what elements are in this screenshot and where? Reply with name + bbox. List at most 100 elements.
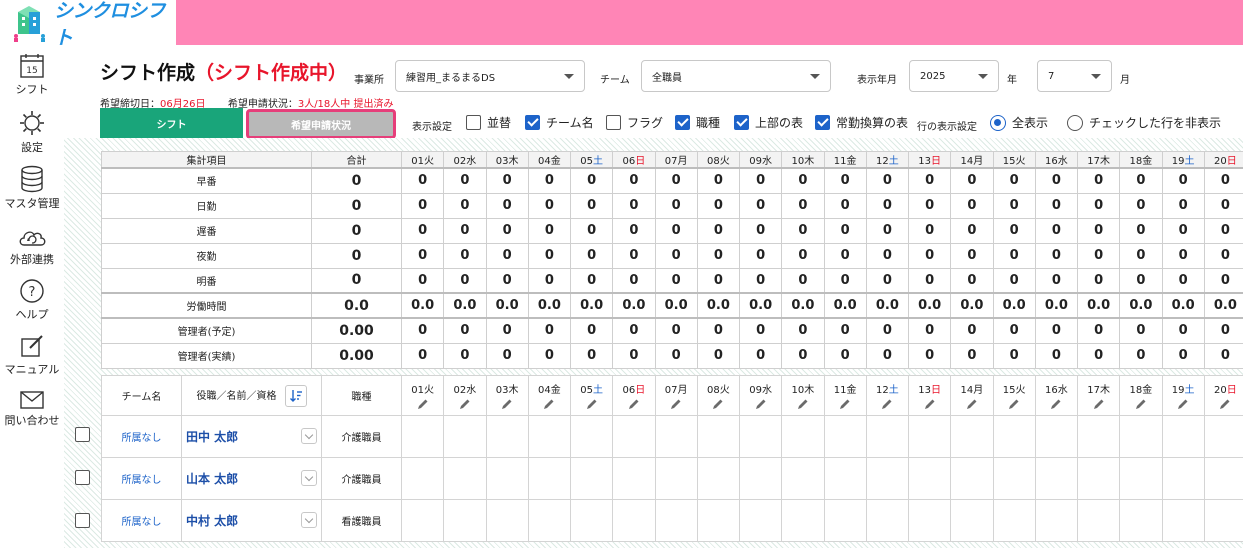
chevron-down-icon[interactable] — [301, 428, 317, 444]
pencil-icon[interactable] — [670, 398, 682, 410]
staff-day-header[interactable]: 20日 — [1203, 375, 1243, 416]
staff-day-header[interactable]: 09水 — [738, 375, 783, 416]
shift-cell[interactable] — [865, 415, 910, 458]
sidebar-item-settings[interactable]: 設定 — [0, 109, 64, 155]
shift-cell[interactable] — [907, 499, 952, 542]
office-select[interactable]: 練習用_まるまるDS — [395, 60, 585, 92]
pencil-icon[interactable] — [586, 398, 598, 410]
chevron-down-icon[interactable] — [301, 512, 317, 528]
pencil-icon[interactable] — [1008, 398, 1020, 410]
shift-cell[interactable] — [738, 499, 783, 542]
shift-cell[interactable] — [654, 499, 698, 542]
pencil-icon[interactable] — [797, 398, 809, 410]
checkbox[interactable] — [734, 115, 749, 130]
staff-team[interactable]: 所属なし — [101, 457, 182, 500]
shift-cell[interactable] — [1161, 415, 1205, 458]
staff-name[interactable]: 山本 太郎 — [181, 457, 322, 500]
pencil-icon[interactable] — [1050, 398, 1062, 410]
pencil-icon[interactable] — [881, 398, 893, 410]
shift-cell[interactable] — [1076, 415, 1121, 458]
staff-day-header[interactable]: 19土 — [1161, 375, 1205, 416]
radio-button[interactable] — [990, 114, 1006, 131]
shift-cell[interactable] — [400, 499, 445, 542]
row-checkbox[interactable] — [75, 470, 90, 485]
staff-name[interactable]: 中村 太郎 — [181, 499, 322, 542]
shift-cell[interactable] — [654, 457, 698, 500]
year-select[interactable]: 2025 — [909, 60, 999, 92]
shift-cell[interactable] — [696, 457, 741, 500]
staff-day-header[interactable]: 06日 — [612, 375, 656, 416]
shift-cell[interactable] — [400, 415, 445, 458]
pencil-icon[interactable] — [1093, 398, 1105, 410]
shift-cell[interactable] — [950, 457, 994, 500]
pencil-icon[interactable] — [417, 398, 429, 410]
shift-cell[interactable] — [1119, 457, 1163, 500]
shift-cell[interactable] — [1203, 457, 1243, 500]
shift-cell[interactable] — [527, 415, 572, 458]
shift-cell[interactable] — [950, 499, 994, 542]
team-select[interactable]: 全職員 — [641, 60, 831, 92]
shift-cell[interactable] — [696, 415, 741, 458]
staff-day-header[interactable]: 07月 — [654, 375, 698, 416]
shift-cell[interactable] — [612, 415, 656, 458]
shift-cell[interactable] — [823, 457, 867, 500]
pencil-icon[interactable] — [924, 398, 936, 410]
staff-day-header[interactable]: 15火 — [992, 375, 1036, 416]
staff-day-header[interactable]: 17木 — [1076, 375, 1121, 416]
shift-cell[interactable] — [1076, 457, 1121, 500]
pencil-icon[interactable] — [1135, 398, 1147, 410]
option-team-name[interactable]: チーム名 — [525, 114, 594, 131]
shift-cell[interactable] — [1119, 499, 1163, 542]
checkbox[interactable] — [466, 115, 481, 130]
shift-cell[interactable] — [612, 457, 656, 500]
option-job[interactable]: 職種 — [675, 114, 720, 131]
shift-cell[interactable] — [485, 499, 529, 542]
pencil-icon[interactable] — [543, 398, 555, 410]
pencil-icon[interactable] — [839, 398, 851, 410]
chevron-down-icon[interactable] — [301, 470, 317, 486]
staff-day-header[interactable]: 03木 — [485, 375, 529, 416]
staff-day-header[interactable]: 01火 — [400, 375, 445, 416]
checkbox[interactable] — [815, 115, 830, 130]
row-checkbox[interactable] — [75, 513, 90, 528]
sidebar-item-help[interactable]: ? ヘルプ — [0, 278, 64, 322]
shift-cell[interactable] — [1119, 415, 1163, 458]
radio-show-all[interactable]: 全表示 — [990, 114, 1048, 131]
staff-day-header[interactable]: 04金 — [527, 375, 572, 416]
shift-cell[interactable] — [823, 415, 867, 458]
pencil-icon[interactable] — [966, 398, 978, 410]
staff-day-header[interactable]: 08火 — [696, 375, 741, 416]
shift-cell[interactable] — [696, 499, 741, 542]
sort-button[interactable] — [284, 384, 307, 407]
shift-cell[interactable] — [1203, 499, 1243, 542]
staff-day-header[interactable]: 12土 — [865, 375, 910, 416]
option-sort[interactable]: 並替 — [466, 114, 511, 131]
shift-cell[interactable] — [1076, 499, 1121, 542]
option-flag[interactable]: フラグ — [606, 114, 663, 131]
shift-cell[interactable] — [485, 415, 529, 458]
shift-cell[interactable] — [907, 457, 952, 500]
shift-cell[interactable] — [781, 457, 825, 500]
staff-day-header[interactable]: 11金 — [823, 375, 867, 416]
pencil-icon[interactable] — [1219, 398, 1231, 410]
shift-cell[interactable] — [738, 457, 783, 500]
tab-request-status[interactable]: 希望申請状況 — [246, 109, 396, 139]
pencil-icon[interactable] — [755, 398, 767, 410]
shift-cell[interactable] — [443, 415, 487, 458]
shift-cell[interactable] — [1034, 499, 1079, 542]
checkbox[interactable] — [525, 115, 540, 130]
shift-cell[interactable] — [1034, 457, 1079, 500]
shift-cell[interactable] — [865, 457, 910, 500]
shift-cell[interactable] — [865, 499, 910, 542]
shift-cell[interactable] — [654, 415, 698, 458]
staff-day-header[interactable]: 02水 — [443, 375, 487, 416]
shift-cell[interactable] — [907, 415, 952, 458]
shift-cell[interactable] — [527, 499, 572, 542]
staff-name[interactable]: 田中 太郎 — [181, 415, 322, 458]
shift-cell[interactable] — [823, 499, 867, 542]
checkbox[interactable] — [606, 115, 621, 130]
staff-day-header[interactable]: 13日 — [907, 375, 952, 416]
staff-team[interactable]: 所属なし — [101, 415, 182, 458]
staff-day-header[interactable]: 10木 — [781, 375, 825, 416]
staff-day-header[interactable]: 18金 — [1119, 375, 1163, 416]
